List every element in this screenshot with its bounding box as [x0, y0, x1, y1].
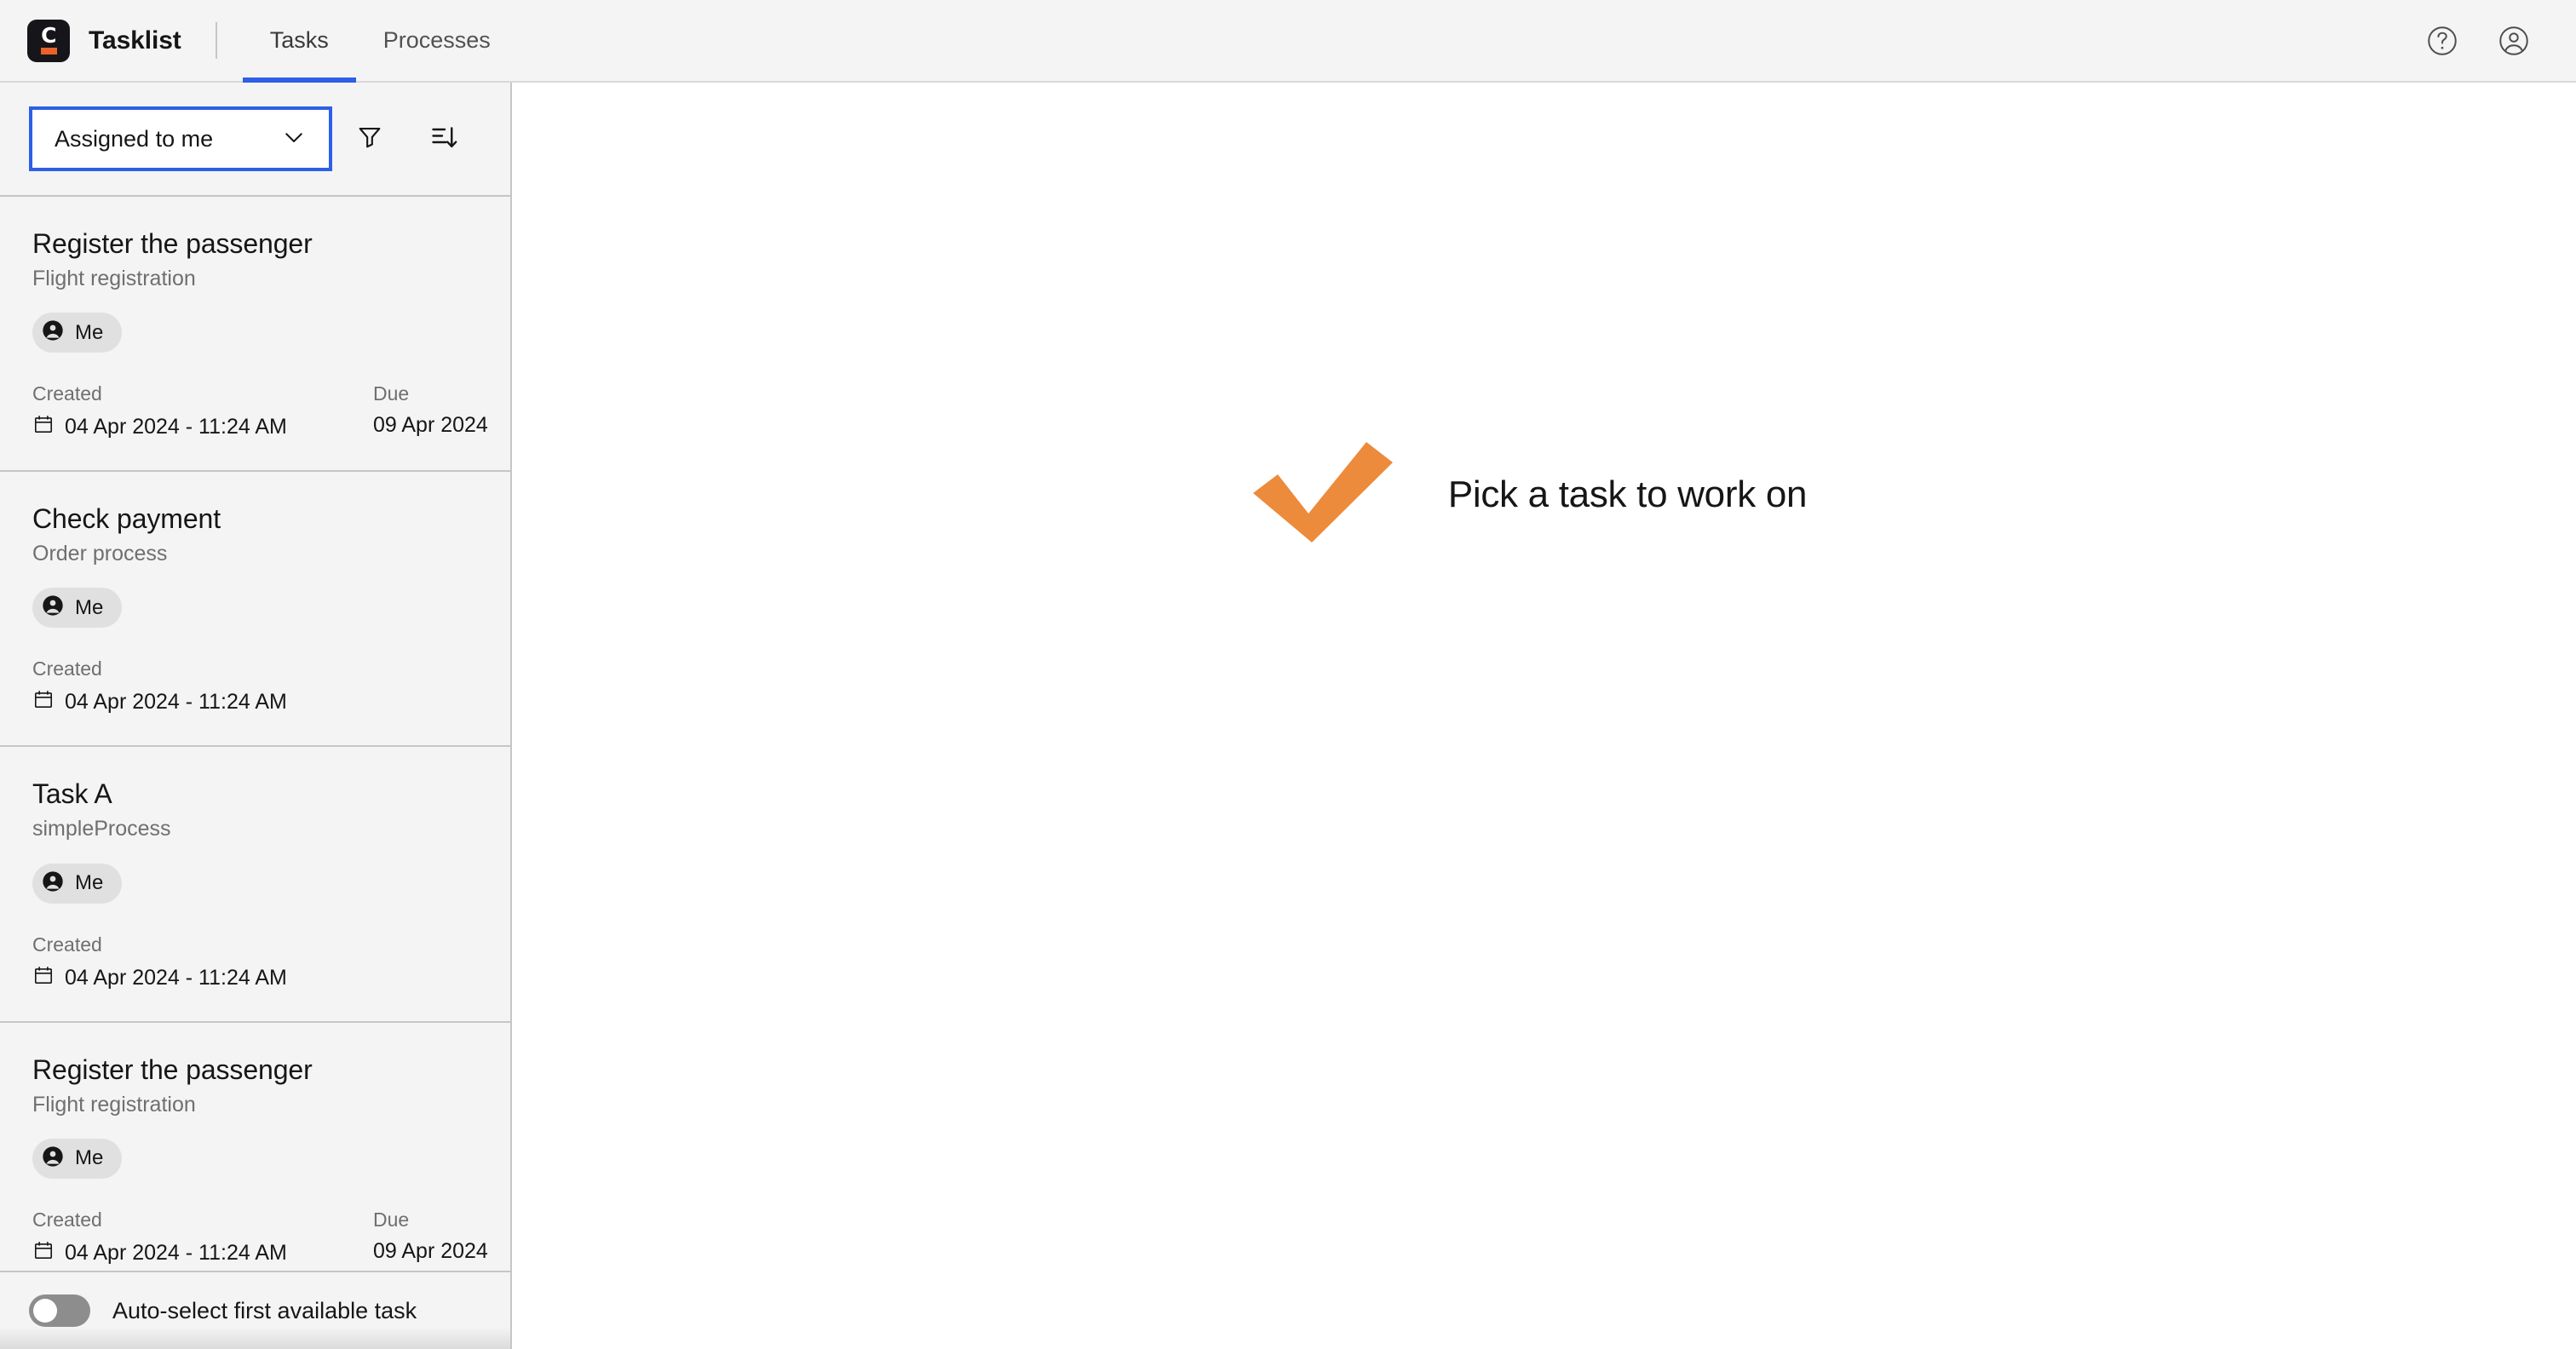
orange-checkmark-icon	[1247, 440, 1399, 548]
header-spacer	[518, 0, 2414, 81]
chevron-down-icon	[281, 124, 307, 154]
calendar-icon	[32, 964, 55, 992]
task-created-value-row: 04 Apr 2024 - 11:24 AM	[32, 413, 373, 441]
camunda-logo-icon: C	[27, 19, 70, 62]
task-card[interactable]: Task A simpleProcess Me Created 04 Apr 2…	[0, 747, 510, 1023]
task-created: Created 04 Apr 2024 - 11:24 AM	[32, 657, 373, 716]
task-due: Due 09 Apr 2024	[373, 1208, 488, 1267]
task-title: Check payment	[32, 503, 221, 535]
task-list: Register the passenger Flight registrati…	[0, 195, 510, 1271]
filter-button[interactable]	[332, 101, 407, 176]
task-created-value: 04 Apr 2024 - 11:24 AM	[65, 690, 287, 715]
assignee-pill: Me	[32, 1138, 123, 1179]
task-due-label: Due	[373, 1208, 410, 1231]
person-icon	[41, 319, 65, 347]
filter-icon	[355, 123, 384, 156]
logo-letter: C	[41, 22, 56, 48]
sort-icon	[429, 122, 460, 157]
app-body: Assigned to me Register the passenger Fl…	[0, 83, 2576, 1349]
task-process-name: Flight registration	[32, 1092, 196, 1117]
sort-button[interactable]	[407, 101, 482, 176]
user-account-button[interactable]	[2486, 13, 2542, 69]
header-actions	[2414, 0, 2576, 81]
task-sidebar: Assigned to me Register the passenger Fl…	[0, 83, 512, 1349]
help-icon	[2424, 23, 2460, 59]
calendar-icon	[32, 413, 55, 441]
person-icon	[41, 594, 65, 622]
empty-state-text: Pick a task to work on	[1447, 473, 1808, 515]
task-meta: Created 04 Ap	[32, 382, 488, 441]
brand[interactable]: C Tasklist	[0, 0, 181, 81]
task-created-value-row: 04 Apr 2024 - 11:24 AM	[32, 688, 373, 716]
empty-state: Pick a task to work on	[1247, 440, 1807, 548]
person-icon	[41, 1145, 65, 1173]
toggle-knob	[33, 1299, 57, 1323]
assignee-name: Me	[75, 1146, 104, 1170]
person-icon	[41, 870, 65, 898]
tab-tasks[interactable]: Tasks	[242, 0, 356, 83]
task-process-name: Flight registration	[32, 267, 196, 291]
task-due: Due 09 Apr 2024	[373, 382, 488, 441]
auto-select-label: Auto-select first available task	[112, 1297, 417, 1323]
calendar-icon	[32, 1239, 55, 1267]
task-due-value: 09 Apr 2024	[373, 413, 488, 438]
task-card[interactable]: Register the passenger Flight registrati…	[0, 197, 510, 473]
auto-select-bar: Auto-select first available task	[0, 1271, 510, 1349]
task-created: Created 04 Apr 2024 - 11:24 AM	[32, 933, 373, 992]
task-card[interactable]: Register the passenger Flight registrati…	[0, 1022, 510, 1271]
main-nav-tabs: Tasks Processes	[242, 0, 518, 83]
assignee-pill: Me	[32, 588, 123, 629]
header-divider	[215, 22, 217, 59]
tasklist-app: C Tasklist Tasks Processes Assigned to m…	[0, 0, 2576, 1349]
assignee-name: Me	[75, 595, 104, 619]
task-created-label: Created	[32, 933, 102, 956]
assignee-name: Me	[75, 320, 104, 344]
assignee-name: Me	[75, 871, 104, 895]
task-meta: Created 04 Ap	[32, 1208, 488, 1267]
logo-accent-bar	[40, 47, 57, 55]
sidebar-toolbar: Assigned to me	[0, 83, 510, 195]
task-created-value: 04 Apr 2024 - 11:24 AM	[65, 415, 287, 439]
task-title: Task A	[32, 778, 112, 810]
task-process-name: simpleProcess	[32, 817, 171, 841]
tab-processes-label: Processes	[382, 27, 491, 53]
assignee-pill: Me	[32, 863, 123, 904]
user-account-icon	[2496, 23, 2532, 59]
task-created-value-row: 04 Apr 2024 - 11:24 AM	[32, 1239, 373, 1267]
assignee-pill: Me	[32, 313, 123, 353]
task-created: Created 04 Apr 2024 - 11:24 AM	[32, 1208, 373, 1267]
tab-processes[interactable]: Processes	[356, 0, 518, 81]
app-header: C Tasklist Tasks Processes	[0, 0, 2576, 83]
task-created-value-row: 04 Apr 2024 - 11:24 AM	[32, 964, 373, 992]
task-created-value: 04 Apr 2024 - 11:24 AM	[65, 965, 287, 990]
tab-tasks-label: Tasks	[269, 27, 329, 53]
task-title: Register the passenger	[32, 228, 313, 259]
assignment-filter-select[interactable]: Assigned to me	[29, 106, 332, 171]
task-title: Register the passenger	[32, 1053, 313, 1085]
task-card[interactable]: Check payment Order process Me Created 0…	[0, 472, 510, 748]
help-button[interactable]	[2414, 13, 2470, 69]
task-due-label: Due	[373, 382, 410, 405]
task-due-value: 09 Apr 2024	[373, 1238, 488, 1263]
task-meta: Created 04 Ap	[32, 657, 478, 716]
task-created-label: Created	[32, 657, 102, 680]
task-created: Created 04 Apr 2024 - 11:24 AM	[32, 382, 373, 441]
task-created-value: 04 Apr 2024 - 11:24 AM	[65, 1240, 287, 1265]
assignment-filter-value: Assigned to me	[55, 125, 214, 152]
task-meta: Created 04 Ap	[32, 933, 478, 992]
task-created-label: Created	[32, 382, 102, 405]
task-process-name: Order process	[32, 542, 168, 566]
app-title: Tasklist	[89, 26, 181, 55]
calendar-icon	[32, 688, 55, 716]
main-panel: Pick a task to work on	[512, 83, 2576, 1349]
task-created-label: Created	[32, 1208, 102, 1231]
auto-select-toggle[interactable]	[29, 1294, 90, 1327]
